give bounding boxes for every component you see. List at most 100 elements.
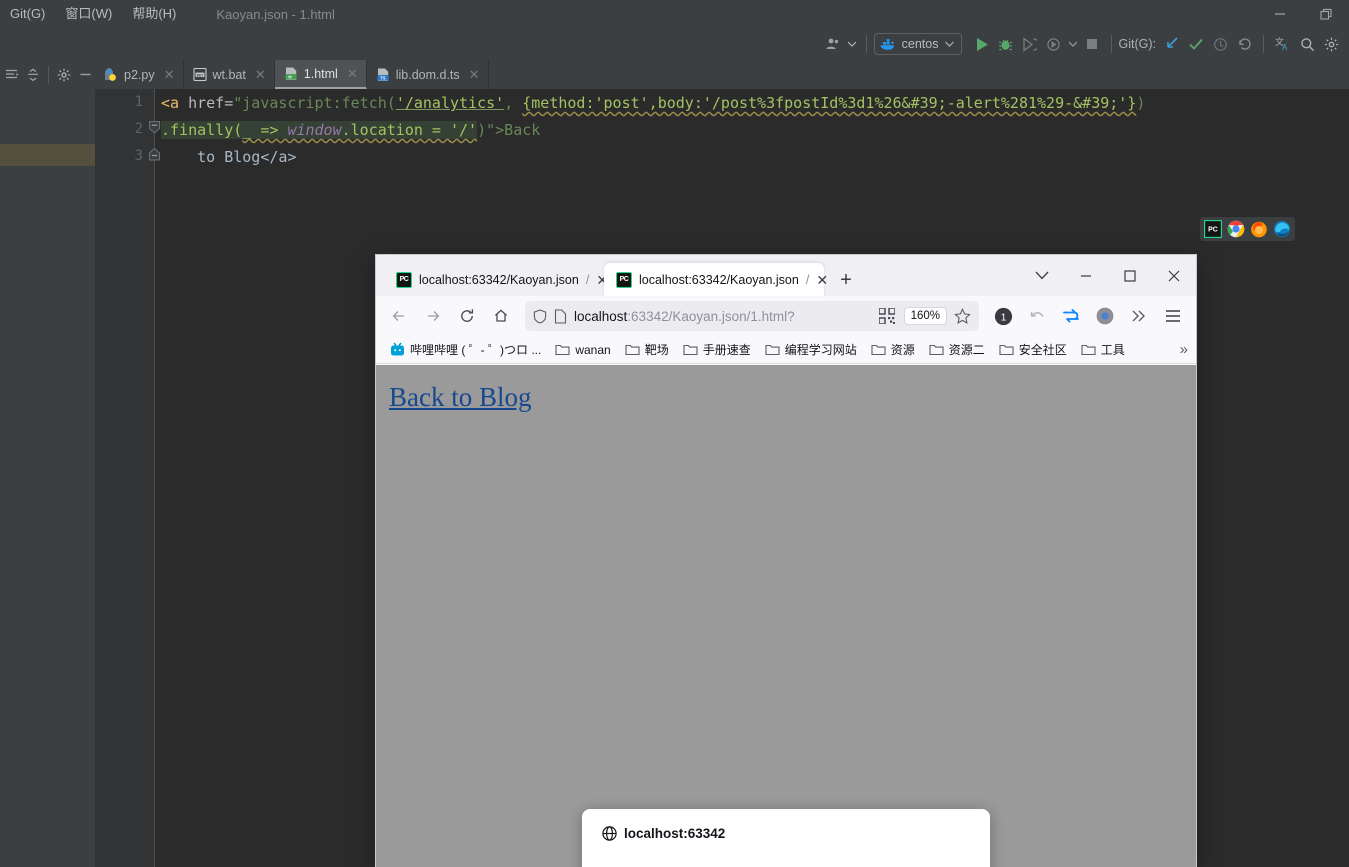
zoom-level-badge[interactable]: 160%: [903, 307, 947, 325]
menu-icon[interactable]: [1157, 300, 1189, 332]
back-to-blog-link[interactable]: Back to Blog: [389, 382, 532, 413]
address-bar[interactable]: localhost:63342/Kaoyan.json/1.html? 160%: [525, 301, 979, 331]
structure-icon[interactable]: [2, 61, 22, 89]
editor-tab-p2py[interactable]: p2.py ✕: [95, 60, 184, 89]
left-strip-highlight: [0, 144, 95, 166]
bilibili-icon: [391, 342, 404, 356]
pycharm-icon[interactable]: PC: [1204, 220, 1222, 238]
menu-item-help[interactable]: 帮助(H): [122, 0, 186, 28]
shield-icon[interactable]: [533, 308, 547, 324]
debug-icon[interactable]: [994, 32, 1018, 56]
chevron-down-icon[interactable]: [1066, 32, 1080, 56]
bookmark-folder-6[interactable]: 资源二: [923, 338, 991, 361]
editor-tab-wtbat[interactable]: BAT wt.bat ✕: [184, 60, 275, 89]
bookmark-label: 资源: [890, 343, 915, 357]
bookmark-folder-4[interactable]: 编程学习网站: [759, 338, 863, 361]
line-number: 3: [134, 148, 143, 164]
code-token-window: window: [287, 121, 342, 139]
run-icon[interactable]: [970, 32, 994, 56]
dropdown-arrow-icon[interactable]: [845, 32, 859, 56]
left-tool-strip: [0, 89, 95, 867]
browser-tab-2[interactable]: PC localhost:63342/Kaoyan.json / ✕: [604, 263, 828, 296]
close-icon[interactable]: ✕: [255, 67, 266, 83]
stop-icon[interactable]: [1080, 32, 1104, 56]
qr-code-icon[interactable]: [878, 308, 895, 324]
new-tab-button[interactable]: +: [830, 264, 862, 296]
bat-file-icon: BAT: [192, 67, 207, 82]
containers-badge-count: 1: [1000, 312, 1006, 323]
bookmark-folder-8[interactable]: 工具: [1075, 338, 1131, 361]
collapse-all-icon[interactable]: [24, 61, 44, 89]
browser-navigation-bar: localhost:63342/Kaoyan.json/1.html? 160%…: [376, 296, 1196, 336]
overflow-icon[interactable]: [1123, 300, 1155, 332]
bookmark-label: 手册速查: [702, 343, 751, 357]
menu-item-git[interactable]: Git(G): [0, 0, 55, 28]
edge-icon[interactable]: [1273, 220, 1291, 238]
close-icon[interactable]: [1152, 255, 1196, 296]
firefox-browser-window: PC localhost:63342/Kaoyan.json / ✕ PC loc…: [376, 255, 1196, 867]
code-token-object: {method:'post',body:'/post%3fpostId%3d1%…: [522, 94, 1137, 112]
containers-badge-icon[interactable]: 1: [987, 300, 1019, 332]
history-icon[interactable]: [1208, 32, 1232, 56]
page-icon[interactable]: [554, 308, 567, 324]
git-pull-icon[interactable]: [1160, 32, 1184, 56]
minimize-icon[interactable]: [1257, 0, 1303, 28]
git-label: Git(G):: [1118, 37, 1157, 51]
bookmark-label: 靶场: [644, 343, 669, 357]
browser-preview-popup: PC: [1200, 217, 1295, 241]
coverage-icon[interactable]: [1018, 32, 1042, 56]
translate-icon[interactable]: 文 A: [1271, 32, 1295, 56]
close-icon[interactable]: ✕: [469, 67, 480, 83]
typescript-file-icon: TS: [377, 68, 389, 81]
star-icon[interactable]: [954, 307, 971, 325]
chrome-icon[interactable]: [1227, 220, 1245, 238]
account-icon[interactable]: [1089, 300, 1121, 332]
minimize-panel-icon[interactable]: [75, 61, 95, 89]
code-token-arrow: _ =>: [242, 121, 288, 139]
url-path: :63342/Kaoyan.json/1.html?: [627, 308, 795, 324]
close-icon[interactable]: ✕: [347, 66, 358, 82]
run-configuration-selector[interactable]: centos: [873, 33, 962, 55]
home-icon[interactable]: [485, 300, 517, 332]
editor-tab-1html[interactable]: H 1.html ✕: [274, 60, 367, 89]
sync-tabs-icon[interactable]: [1055, 300, 1087, 332]
undo-icon[interactable]: [1021, 300, 1053, 332]
settings-icon[interactable]: [54, 61, 74, 89]
ide-menu-bar: Git(G) 窗口(W) 帮助(H) Kaoyan.json - 1.html: [0, 0, 1349, 28]
close-icon[interactable]: ✕: [164, 67, 175, 83]
bookmark-folder-2[interactable]: 靶场: [619, 338, 675, 361]
search-icon[interactable]: [1295, 32, 1319, 56]
user-avatar-icon[interactable]: [821, 32, 845, 56]
menu-item-window[interactable]: 窗口(W): [55, 0, 122, 28]
browser-tab-title-suffix: /: [805, 272, 810, 287]
bookmarks-overflow-icon[interactable]: »: [1180, 341, 1188, 358]
bookmark-folder-wanan[interactable]: wanan: [549, 340, 616, 360]
reload-icon[interactable]: [451, 300, 483, 332]
forward-arrow-icon[interactable]: [417, 300, 449, 332]
ide-editor-tabs: p2.py ✕ BAT wt.bat ✕ H 1.html ✕ TS lib.d…: [0, 60, 1349, 89]
run-configuration-label: centos: [901, 37, 939, 51]
revert-icon[interactable]: [1232, 32, 1256, 56]
git-commit-check-icon[interactable]: [1184, 32, 1208, 56]
bookmark-folder-3[interactable]: 手册速查: [677, 338, 757, 361]
editor-gutter: 1 2 3: [95, 89, 155, 867]
close-icon[interactable]: ✕: [816, 273, 828, 287]
browser-tab-title-suffix: /: [585, 272, 590, 287]
back-arrow-icon[interactable]: [383, 300, 415, 332]
profile-icon[interactable]: [1042, 32, 1066, 56]
code-token-location: .location =: [341, 121, 450, 139]
list-all-tabs-icon[interactable]: [1020, 255, 1064, 296]
folder-icon: [929, 344, 944, 356]
folder-icon: [765, 344, 780, 356]
bookmark-folder-5[interactable]: 资源: [865, 338, 921, 361]
firefox-icon[interactable]: [1250, 220, 1268, 238]
bookmark-item-bilibili[interactable]: 哔哩哔哩 ( ゜- ゜)つロ ...: [384, 338, 547, 361]
settings-icon[interactable]: [1319, 32, 1343, 56]
editor-tab-libdomdts[interactable]: TS lib.dom.d.ts ✕: [367, 60, 489, 89]
restore-icon[interactable]: [1303, 0, 1349, 28]
python-file-icon: [105, 68, 116, 81]
minimize-icon[interactable]: [1064, 255, 1108, 296]
maximize-icon[interactable]: [1108, 255, 1152, 296]
bookmark-folder-7[interactable]: 安全社区: [993, 338, 1073, 361]
browser-tab-1[interactable]: PC localhost:63342/Kaoyan.json / ✕: [384, 263, 608, 296]
